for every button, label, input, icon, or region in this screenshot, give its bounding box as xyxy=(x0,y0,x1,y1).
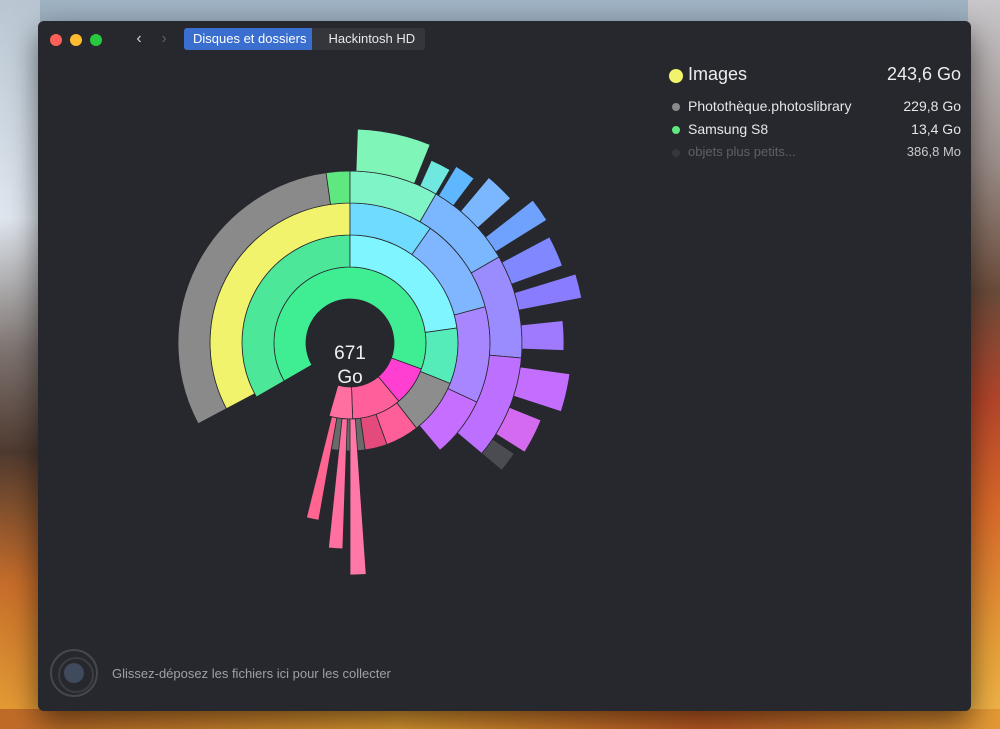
breadcrumb-disks-and-folders[interactable]: Disques et dossiers xyxy=(184,28,322,50)
sunburst-segment[interactable] xyxy=(501,236,563,285)
legend-item-name: Photothèque.photoslibrary xyxy=(688,98,852,114)
back-chevron-icon[interactable]: ‹ xyxy=(130,29,148,49)
minimize-window-button[interactable] xyxy=(70,34,82,46)
legend-dot-icon xyxy=(672,126,680,134)
zoom-window-button[interactable] xyxy=(90,34,102,46)
sunburst-segment[interactable] xyxy=(305,416,338,521)
legend-dot-icon xyxy=(672,103,680,111)
breadcrumb-hackintosh-hd[interactable]: Hackintosh HD xyxy=(312,28,426,50)
sunburst-center-unit: Go xyxy=(337,367,362,388)
breadcrumb: Disques et dossiers Hackintosh HD xyxy=(184,28,426,50)
legend-selected-item[interactable]: Images 243,6 Go xyxy=(666,63,961,91)
legend-item[interactable]: Samsung S8 13,4 Go xyxy=(666,118,961,141)
legend-item-name: objets plus petits... xyxy=(688,144,796,159)
legend-item[interactable]: Photothèque.photoslibrary 229,8 Go xyxy=(666,95,961,118)
collector-dropzone[interactable] xyxy=(50,649,98,697)
sunburst-center-value: 671 xyxy=(334,343,366,364)
sunburst-segment[interactable] xyxy=(520,320,565,351)
legend-item-name: Samsung S8 xyxy=(688,121,769,137)
app-window: ‹ › Disques et dossiers Hackintosh HD 67… xyxy=(38,21,971,711)
legend-selected-size: 243,6 Go xyxy=(886,64,961,84)
selection-legend: Images 243,6 Go Photothèque.photoslibrar… xyxy=(666,63,961,164)
dropzone-hint: Glissez-déposez les fichiers ici pour le… xyxy=(112,666,391,681)
desktop-wallpaper-bottom xyxy=(0,709,1000,729)
legend-selected-name: Images xyxy=(688,64,748,84)
forward-chevron-icon[interactable]: › xyxy=(155,29,173,49)
legend-item-size: 13,4 Go xyxy=(911,121,961,137)
legend-item-size: 386,8 Mo xyxy=(906,144,961,159)
close-window-button[interactable] xyxy=(50,34,62,46)
disk-usage-sunburst: 671 Go xyxy=(177,128,583,576)
sunburst-segment[interactable] xyxy=(328,384,354,420)
desktop-wallpaper-right xyxy=(968,0,1000,729)
legend-item-size: 229,8 Go xyxy=(903,98,961,114)
sunburst-segment[interactable] xyxy=(513,366,571,413)
legend-item[interactable]: objets plus petits... 386,8 Mo xyxy=(666,141,961,164)
legend-dot-icon xyxy=(672,149,680,157)
legend-dot-icon xyxy=(669,69,683,83)
sunburst-segment[interactable] xyxy=(325,170,351,205)
desktop-wallpaper-left xyxy=(0,0,40,729)
title-bar: ‹ › Disques et dossiers Hackintosh HD xyxy=(38,21,971,59)
